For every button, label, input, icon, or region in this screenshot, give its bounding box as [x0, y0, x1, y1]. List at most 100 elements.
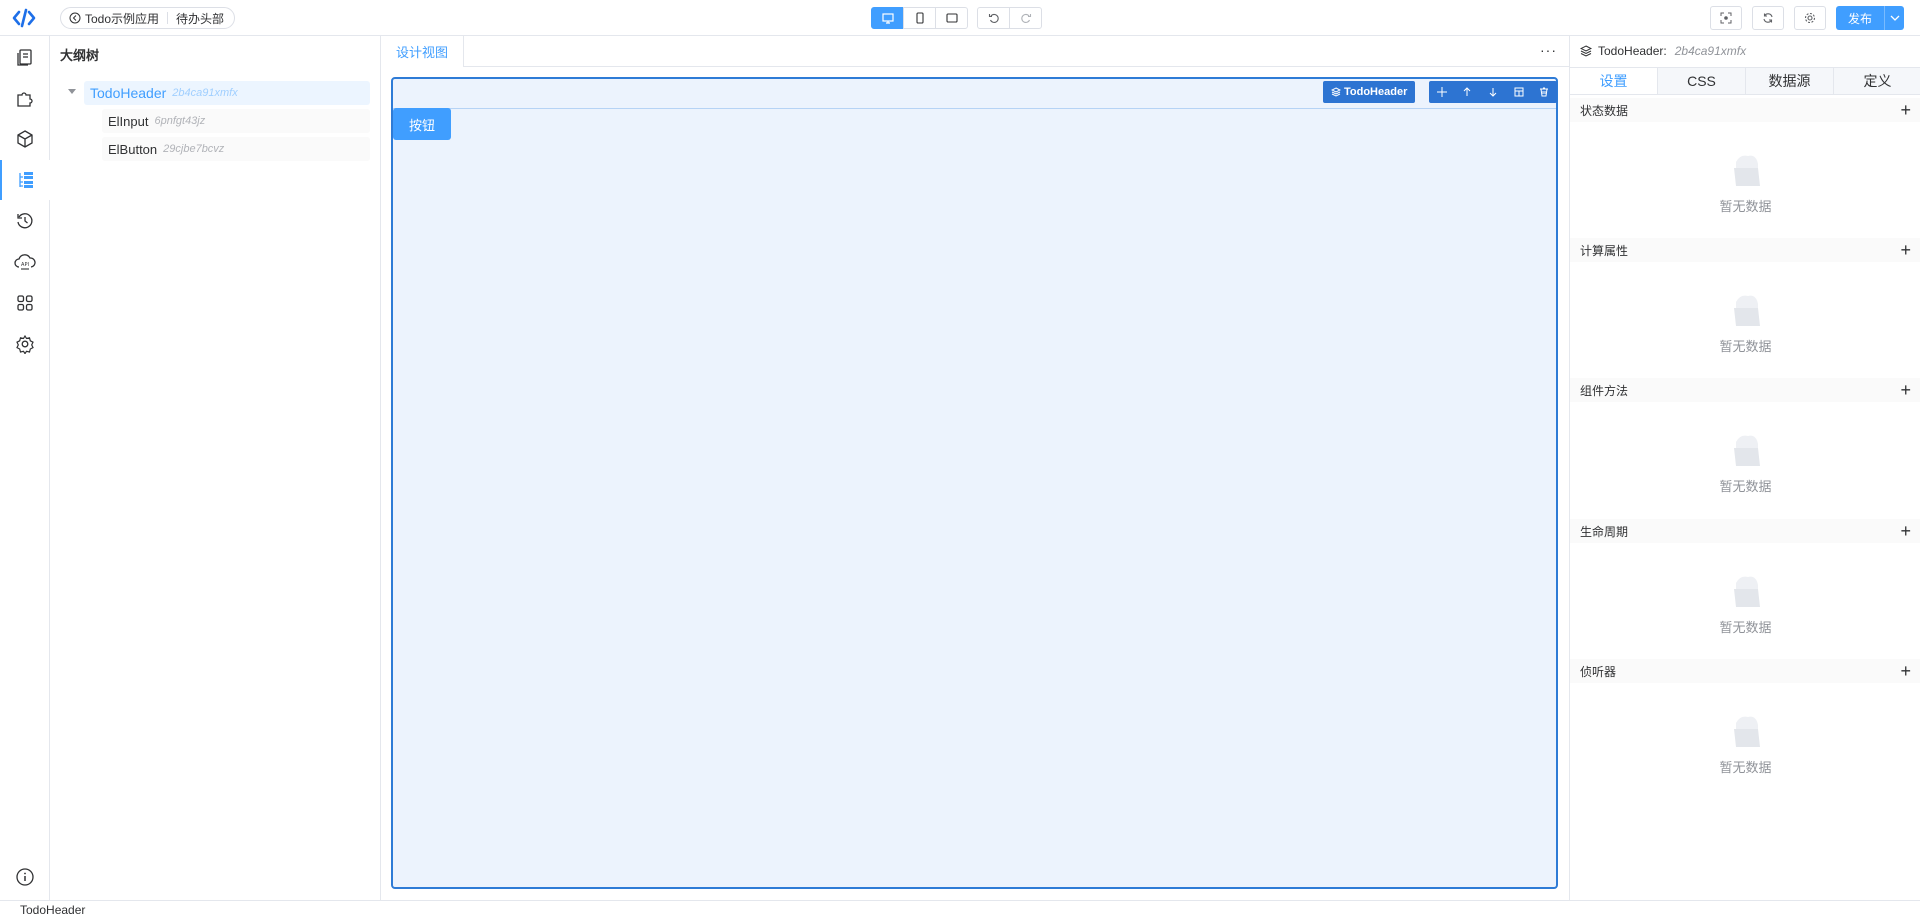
chevron-down-icon — [1890, 15, 1899, 21]
tablet-view-button[interactable] — [935, 7, 968, 29]
refresh-button[interactable] — [1751, 6, 1784, 30]
empty-box-icon — [1733, 295, 1760, 326]
add-icon[interactable]: + — [1900, 101, 1911, 119]
history-icon — [17, 213, 33, 229]
rail-settings-button[interactable] — [0, 324, 50, 364]
phone-icon — [915, 12, 924, 24]
tree-node-name: ElButton — [108, 141, 158, 157]
activity-rail: API — [0, 36, 50, 900]
gear-icon — [1804, 12, 1816, 24]
empty-text: 暂无数据 — [1719, 479, 1772, 494]
empty-text: 暂无数据 — [1719, 760, 1772, 775]
breadcrumb-divider — [167, 12, 169, 24]
empty-text: 暂无数据 — [1719, 199, 1772, 214]
selected-component-badge[interactable]: TodoHeader — [1323, 81, 1416, 103]
app-name[interactable]: Todo示例应用 — [85, 10, 159, 27]
rail-components-button[interactable] — [0, 119, 50, 159]
publish-dropdown-button[interactable] — [1884, 6, 1904, 30]
undo-icon — [988, 13, 999, 23]
scan-icon — [1720, 12, 1732, 24]
mobile-view-button[interactable] — [903, 7, 936, 29]
history-controls — [977, 7, 1042, 29]
refresh-icon — [1763, 13, 1773, 23]
rail-api-button[interactable]: API — [0, 242, 50, 282]
undo-button[interactable] — [977, 7, 1010, 29]
empty-text: 暂无数据 — [1719, 339, 1772, 354]
cube-icon — [17, 130, 33, 148]
svg-text:API: API — [21, 262, 29, 268]
tree-node-id: 29cjbe7bcvz — [163, 143, 225, 155]
section-lifecycle-header: 生命周期 + — [1570, 519, 1920, 543]
back-circle-icon — [69, 12, 81, 24]
empty-state: 暂无数据 — [1570, 569, 1920, 636]
component-action-bar — [1429, 81, 1557, 103]
collapse-caret-icon[interactable] — [68, 89, 76, 94]
add-icon[interactable]: + — [1900, 522, 1911, 540]
preview-button[interactable] — [1709, 6, 1742, 30]
rail-pages-button[interactable] — [0, 37, 50, 77]
section-watchers-header: 侦听器 + — [1570, 659, 1920, 683]
publish-button[interactable]: 发布 — [1835, 6, 1884, 30]
section-title: 计算属性 — [1580, 243, 1629, 258]
add-icon[interactable]: + — [1900, 381, 1911, 399]
empty-text: 暂无数据 — [1719, 620, 1772, 635]
device-switcher — [871, 7, 968, 29]
outline-panel: 大纲树 TodoHeader 2b4ca91xmfx ElInput 6pnfg… — [50, 36, 381, 900]
tab-css[interactable]: CSS — [1657, 68, 1745, 94]
canvas-divider — [393, 108, 1556, 109]
empty-box-icon — [1733, 435, 1760, 466]
right-tools: 发布 — [1700, 6, 1904, 30]
component-name: TodoHeader: — [1598, 44, 1667, 58]
tree-node-root[interactable]: TodoHeader 2b4ca91xmfx — [84, 81, 370, 105]
design-area: 设计视图 ··· TodoHeader 按钮 — [381, 36, 1569, 900]
add-icon[interactable]: + — [1900, 662, 1911, 680]
settings-button[interactable] — [1793, 6, 1826, 30]
page-name[interactable]: 待办头部 — [176, 10, 224, 27]
desktop-view-button[interactable] — [871, 7, 904, 29]
design-canvas[interactable]: TodoHeader 按钮 — [391, 77, 1558, 889]
redo-icon — [1020, 13, 1031, 23]
tree-node-elbutton[interactable]: ElButton 29cjbe7bcvz — [102, 137, 370, 161]
tree-node-name: TodoHeader — [90, 85, 167, 101]
empty-state: 暂无数据 — [1570, 288, 1920, 355]
app-breadcrumb[interactable]: Todo示例应用 待办头部 — [60, 7, 236, 29]
rail-apps-button[interactable] — [0, 283, 50, 323]
grid-icon — [17, 295, 33, 311]
redo-button[interactable] — [1009, 7, 1042, 29]
rail-plugins-button[interactable] — [0, 78, 50, 118]
section-title: 侦听器 — [1580, 664, 1617, 679]
add-icon[interactable]: + — [1900, 241, 1911, 259]
component-id: 2b4ca91xmfx — [1674, 44, 1747, 58]
gear-icon — [16, 334, 34, 354]
rail-outline-button[interactable] — [0, 160, 50, 200]
document-icon — [17, 49, 32, 66]
info-icon — [16, 868, 34, 886]
empty-box-icon — [1733, 576, 1760, 607]
section-title: 状态数据 — [1580, 103, 1629, 118]
tree-node-elinput[interactable]: ElInput 6pnfgt43jz — [102, 109, 370, 133]
canvas-el-button[interactable]: 按钮 — [393, 108, 451, 140]
rail-info-button[interactable] — [0, 857, 50, 897]
properties-tabs: 设置 CSS 数据源 定义 — [1570, 67, 1920, 95]
move-icon[interactable] — [1436, 85, 1447, 100]
arrow-down-icon[interactable] — [1488, 85, 1498, 100]
tab-design-view[interactable]: 设计视图 — [381, 36, 465, 67]
properties-panel: TodoHeader: 2b4ca91xmfx 设置 CSS 数据源 定义 状态… — [1569, 36, 1920, 900]
copy-icon[interactable] — [1514, 85, 1524, 100]
layers-icon — [1580, 45, 1592, 57]
tab-definition[interactable]: 定义 — [1833, 68, 1920, 94]
monitor-icon — [881, 12, 894, 24]
component-header: TodoHeader: 2b4ca91xmfx — [1580, 44, 1746, 58]
top-toolbar: Todo示例应用 待办头部 发布 — [0, 0, 1920, 36]
arrow-up-icon[interactable] — [1462, 85, 1472, 100]
empty-state: 暂无数据 — [1570, 428, 1920, 495]
delete-icon[interactable] — [1539, 85, 1549, 100]
tab-datasource[interactable]: 数据源 — [1745, 68, 1833, 94]
tab-settings[interactable]: 设置 — [1570, 68, 1657, 94]
rail-history-button[interactable] — [0, 201, 50, 241]
code-logo-icon[interactable] — [12, 7, 36, 29]
more-icon[interactable]: ··· — [1540, 42, 1557, 58]
empty-box-icon — [1733, 716, 1760, 747]
tablet-icon — [945, 13, 958, 23]
outline-title: 大纲树 — [60, 48, 100, 63]
